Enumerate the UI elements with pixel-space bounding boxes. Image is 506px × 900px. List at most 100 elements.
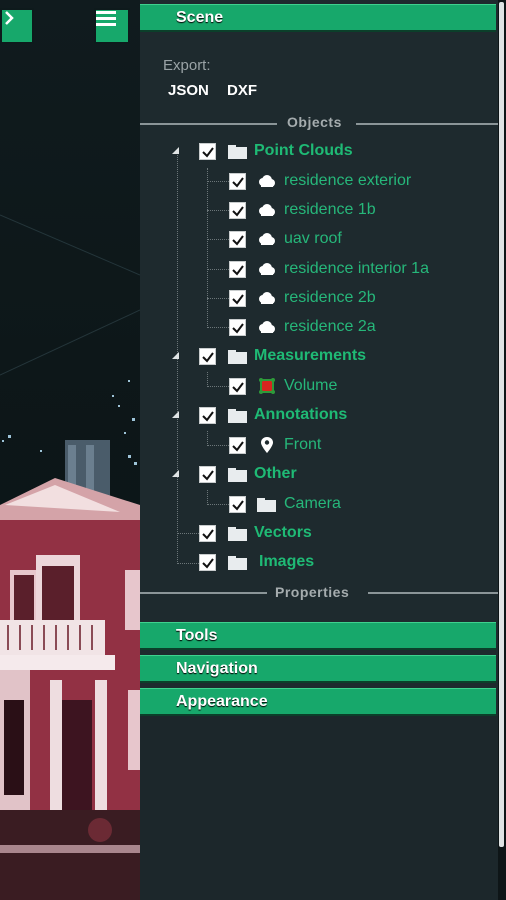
point-cloud-checkbox[interactable] bbox=[229, 231, 246, 248]
folder-icon bbox=[228, 468, 247, 482]
sidebar-empty-area bbox=[140, 716, 498, 900]
measurements-checkbox[interactable] bbox=[199, 348, 216, 365]
tree-guide bbox=[177, 533, 199, 534]
vectors-checkbox[interactable] bbox=[199, 525, 216, 542]
tree-guide bbox=[207, 386, 229, 387]
point-cloud-render bbox=[0, 214, 140, 900]
checkmark-icon bbox=[232, 294, 244, 305]
sidebar-panel: Scene Export: JSON DXF Objects Point Clo… bbox=[140, 0, 498, 900]
menu-toggle-button[interactable] bbox=[94, 8, 130, 44]
tree-item-volume[interactable]: Volume bbox=[284, 377, 337, 395]
checkmark-icon bbox=[232, 441, 244, 452]
checkmark-icon bbox=[232, 235, 244, 246]
tree-group-measurements[interactable]: Measurements bbox=[254, 347, 366, 365]
cloud-icon bbox=[259, 204, 275, 216]
checkmark-icon bbox=[202, 352, 214, 363]
checkmark-icon bbox=[232, 265, 244, 276]
tools-section-header[interactable]: Tools bbox=[140, 622, 496, 650]
point-cloud-checkbox[interactable] bbox=[229, 261, 246, 278]
point-cloud-checkbox[interactable] bbox=[229, 173, 246, 190]
checkmark-icon bbox=[202, 411, 214, 422]
measurement-checkbox[interactable] bbox=[229, 378, 246, 395]
tree-group-other[interactable]: Other bbox=[254, 465, 297, 483]
map-pin-icon bbox=[261, 437, 273, 453]
tree-group-point-clouds[interactable]: Point Clouds bbox=[254, 142, 353, 160]
cloud-icon bbox=[259, 263, 275, 275]
annotation-checkbox[interactable] bbox=[229, 437, 246, 454]
tree-guide bbox=[207, 298, 229, 299]
folder-icon bbox=[228, 409, 247, 423]
volume-measure-icon bbox=[259, 378, 275, 394]
tree-item-residence-1b[interactable]: residence 1b bbox=[284, 201, 376, 219]
point-clouds-checkbox[interactable] bbox=[199, 143, 216, 160]
checkmark-icon bbox=[202, 470, 214, 481]
divider-line bbox=[368, 592, 498, 594]
tree-group-annotations[interactable]: Annotations bbox=[254, 406, 347, 424]
tree-item-front[interactable]: Front bbox=[284, 436, 321, 454]
3d-viewport[interactable] bbox=[0, 0, 140, 900]
tree-guide bbox=[207, 239, 229, 240]
folder-icon bbox=[257, 498, 276, 512]
tree-item-residence-exterior[interactable]: residence exterior bbox=[284, 172, 411, 190]
tree-guide bbox=[207, 445, 229, 446]
tree-guide bbox=[207, 210, 229, 211]
other-item-checkbox[interactable] bbox=[229, 496, 246, 513]
tree-item-residence-2a[interactable]: residence 2a bbox=[284, 318, 376, 336]
export-dxf-link[interactable]: DXF bbox=[227, 82, 257, 99]
checkmark-icon bbox=[202, 529, 214, 540]
navigation-section-header[interactable]: Navigation bbox=[140, 655, 496, 683]
collapse-arrow-icon[interactable] bbox=[172, 147, 179, 154]
checkmark-icon bbox=[232, 206, 244, 217]
tree-guide bbox=[207, 490, 208, 505]
collapse-arrow-icon[interactable] bbox=[172, 352, 179, 359]
scene-section-header[interactable]: Scene bbox=[140, 4, 496, 32]
checkmark-icon bbox=[232, 382, 244, 393]
cloud-icon bbox=[259, 233, 275, 245]
tree-item-residence-interior-1a[interactable]: residence interior 1a bbox=[284, 260, 429, 278]
tree-guide bbox=[207, 327, 229, 328]
divider-line bbox=[140, 123, 277, 125]
tree-guide bbox=[177, 563, 199, 564]
tree-guide bbox=[207, 504, 229, 505]
tree-group-vectors[interactable]: Vectors bbox=[254, 524, 312, 542]
point-cloud-checkbox[interactable] bbox=[229, 290, 246, 307]
objects-divider-label: Objects bbox=[287, 114, 342, 130]
folder-icon bbox=[228, 527, 247, 541]
point-cloud-checkbox[interactable] bbox=[229, 319, 246, 336]
properties-divider-label: Properties bbox=[275, 584, 350, 600]
expand-sidebar-button[interactable] bbox=[0, 8, 34, 44]
tree-item-uav-roof[interactable]: uav roof bbox=[284, 230, 342, 248]
divider-line bbox=[356, 123, 498, 125]
tree-guide bbox=[207, 181, 229, 182]
collapse-arrow-icon[interactable] bbox=[172, 411, 179, 418]
checkmark-icon bbox=[232, 323, 244, 334]
images-checkbox[interactable] bbox=[199, 554, 216, 571]
tree-guide bbox=[207, 431, 208, 446]
export-label: Export: bbox=[163, 57, 211, 74]
cloud-icon bbox=[259, 321, 275, 333]
checkmark-icon bbox=[202, 558, 214, 569]
point-cloud-checkbox[interactable] bbox=[229, 202, 246, 219]
hamburger-menu-icon bbox=[96, 11, 116, 26]
scrollbar-thumb[interactable] bbox=[499, 2, 504, 847]
cloud-icon bbox=[259, 292, 275, 304]
folder-icon bbox=[228, 145, 247, 159]
tree-guide bbox=[207, 372, 208, 387]
appearance-section-header[interactable]: Appearance bbox=[140, 688, 496, 716]
other-checkbox[interactable] bbox=[199, 466, 216, 483]
tree-guide bbox=[207, 168, 208, 328]
cloud-icon bbox=[259, 175, 275, 187]
collapse-arrow-icon[interactable] bbox=[172, 470, 179, 477]
folder-icon bbox=[228, 350, 247, 364]
divider-line bbox=[140, 592, 267, 594]
tree-item-camera[interactable]: Camera bbox=[284, 495, 341, 513]
tree-item-residence-2b[interactable]: residence 2b bbox=[284, 289, 376, 307]
export-json-link[interactable]: JSON bbox=[168, 82, 209, 99]
checkmark-icon bbox=[232, 500, 244, 511]
tree-group-images[interactable]: Images bbox=[259, 553, 314, 571]
checkmark-icon bbox=[232, 177, 244, 188]
checkmark-icon bbox=[202, 147, 214, 158]
folder-icon bbox=[228, 556, 247, 570]
annotations-checkbox[interactable] bbox=[199, 407, 216, 424]
chevron-right-icon bbox=[5, 11, 14, 25]
